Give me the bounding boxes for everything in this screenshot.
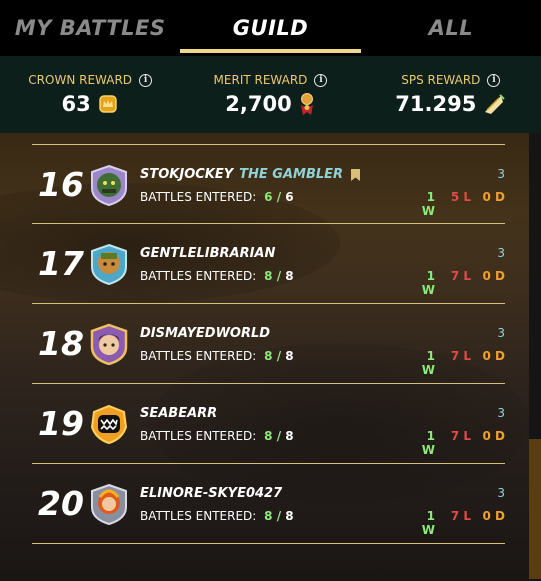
losses: 5 L (450, 190, 471, 204)
battle-tabs: MY BATTLES GUILD ALL (0, 0, 541, 56)
battles-entered-label: BATTLES ENTERED: (140, 190, 257, 204)
draws: 0 D (482, 429, 506, 443)
sps-reward-value: 71.295 (395, 92, 477, 116)
rank-number: 19 (38, 404, 84, 443)
info-icon[interactable]: i (139, 73, 153, 87)
battles-entered-value: 8 (264, 269, 273, 283)
crown-reward-label: CROWN REWARD (28, 73, 133, 87)
losses: 7 L (450, 509, 471, 523)
battles-entered-label: BATTLES ENTERED: (140, 509, 257, 523)
list-item[interactable]: 20 ELINORE-SKYE0427 BATTLES ENTERED: 8 /… (32, 464, 505, 544)
avatar (91, 164, 127, 206)
battles-entered-label: BATTLES ENTERED: (140, 269, 257, 283)
rank-number: 16 (38, 165, 84, 204)
draws: 0 D (482, 190, 506, 204)
battles-total-value: 8 (285, 349, 294, 363)
merit-reward-value: 2,700 (225, 92, 292, 116)
list-item[interactable]: 18 DISMAYEDWORLD BATTLES ENTERED: 8 / 8 … (32, 304, 505, 384)
sps-reward-label: SPS REWARD (401, 73, 481, 87)
player-count: 3 (497, 326, 505, 340)
losses: 7 L (450, 349, 471, 363)
avatar (91, 243, 127, 285)
battles-entered-value: 8 (264, 509, 273, 523)
wins: 1 W (421, 509, 435, 537)
rewards-panel: CROWN REWARD i 63 MERIT REWARD i 2,700 S… (0, 56, 541, 133)
bookmark-icon (351, 168, 361, 181)
player-name[interactable]: DISMAYEDWORLD (140, 326, 270, 341)
merit-medal-icon (300, 93, 313, 115)
battles-total-value: 8 (285, 509, 294, 523)
sps-token-icon (485, 94, 506, 114)
battles-total-value: 8 (285, 429, 294, 443)
battles-total-value: 6 (285, 190, 294, 204)
battles-total-value: 8 (285, 269, 294, 283)
avatar (90, 404, 128, 445)
avatar (91, 483, 127, 525)
tab-guild[interactable]: GUILD (180, 0, 361, 56)
draws: 0 D (482, 509, 506, 523)
crown-reward: CROWN REWARD i 63 (0, 56, 180, 133)
merit-reward-label: MERIT REWARD (213, 73, 308, 87)
player-name[interactable]: SEABEARR (140, 406, 217, 421)
wins: 1 W (421, 190, 435, 218)
sps-reward: SPS REWARD i 71.295 (361, 56, 541, 133)
player-count: 3 (497, 486, 505, 500)
player-name[interactable]: STOKJOCKEY (140, 167, 233, 182)
list-item[interactable]: 16 STOKJOCKEY THE GAMBLER BATTLES ENTERE… (32, 144, 505, 224)
tab-all[interactable]: ALL (361, 0, 541, 56)
info-icon[interactable]: i (314, 73, 328, 87)
losses: 7 L (450, 429, 471, 443)
battles-entered-value: 6 (264, 190, 273, 204)
wins: 1 W (421, 269, 435, 297)
player-title: THE GAMBLER (239, 167, 344, 182)
crown-reward-value: 63 (61, 92, 91, 116)
crown-token-icon (99, 95, 117, 113)
avatar (90, 323, 128, 365)
scrollbar-thumb[interactable] (529, 439, 541, 579)
player-name[interactable]: GENTLELIBRARIAN (140, 246, 275, 261)
battles-entered-value: 8 (264, 429, 273, 443)
info-icon[interactable]: i (487, 73, 501, 87)
list-item[interactable]: 17 GENTLELIBRARIAN BATTLES ENTERED: 8 / … (32, 224, 505, 304)
tab-my-battles[interactable]: MY BATTLES (0, 0, 180, 56)
merit-reward: MERIT REWARD i 2,700 (180, 56, 360, 133)
battles-entered-label: BATTLES ENTERED: (140, 349, 257, 363)
wins: 1 W (421, 349, 435, 377)
draws: 0 D (482, 349, 506, 363)
player-count: 3 (497, 246, 505, 260)
losses: 7 L (450, 269, 471, 283)
guild-leaderboard[interactable]: 16 STOKJOCKEY THE GAMBLER BATTLES ENTERE… (0, 133, 541, 581)
player-count: 3 (497, 167, 505, 181)
scrollbar[interactable] (529, 133, 541, 581)
wins: 1 W (421, 429, 435, 457)
rank-number: 17 (38, 244, 84, 283)
battles-entered-value: 8 (264, 349, 273, 363)
list-item[interactable]: 19 SEABEARR BATTLES ENTERED: 8 / 8 3 1 W… (32, 384, 505, 464)
draws: 0 D (482, 269, 506, 283)
rank-number: 18 (38, 324, 84, 363)
rank-number: 20 (38, 484, 84, 523)
battles-entered-label: BATTLES ENTERED: (140, 429, 257, 443)
player-name[interactable]: ELINORE-SKYE0427 (140, 486, 282, 501)
player-count: 3 (497, 406, 505, 420)
